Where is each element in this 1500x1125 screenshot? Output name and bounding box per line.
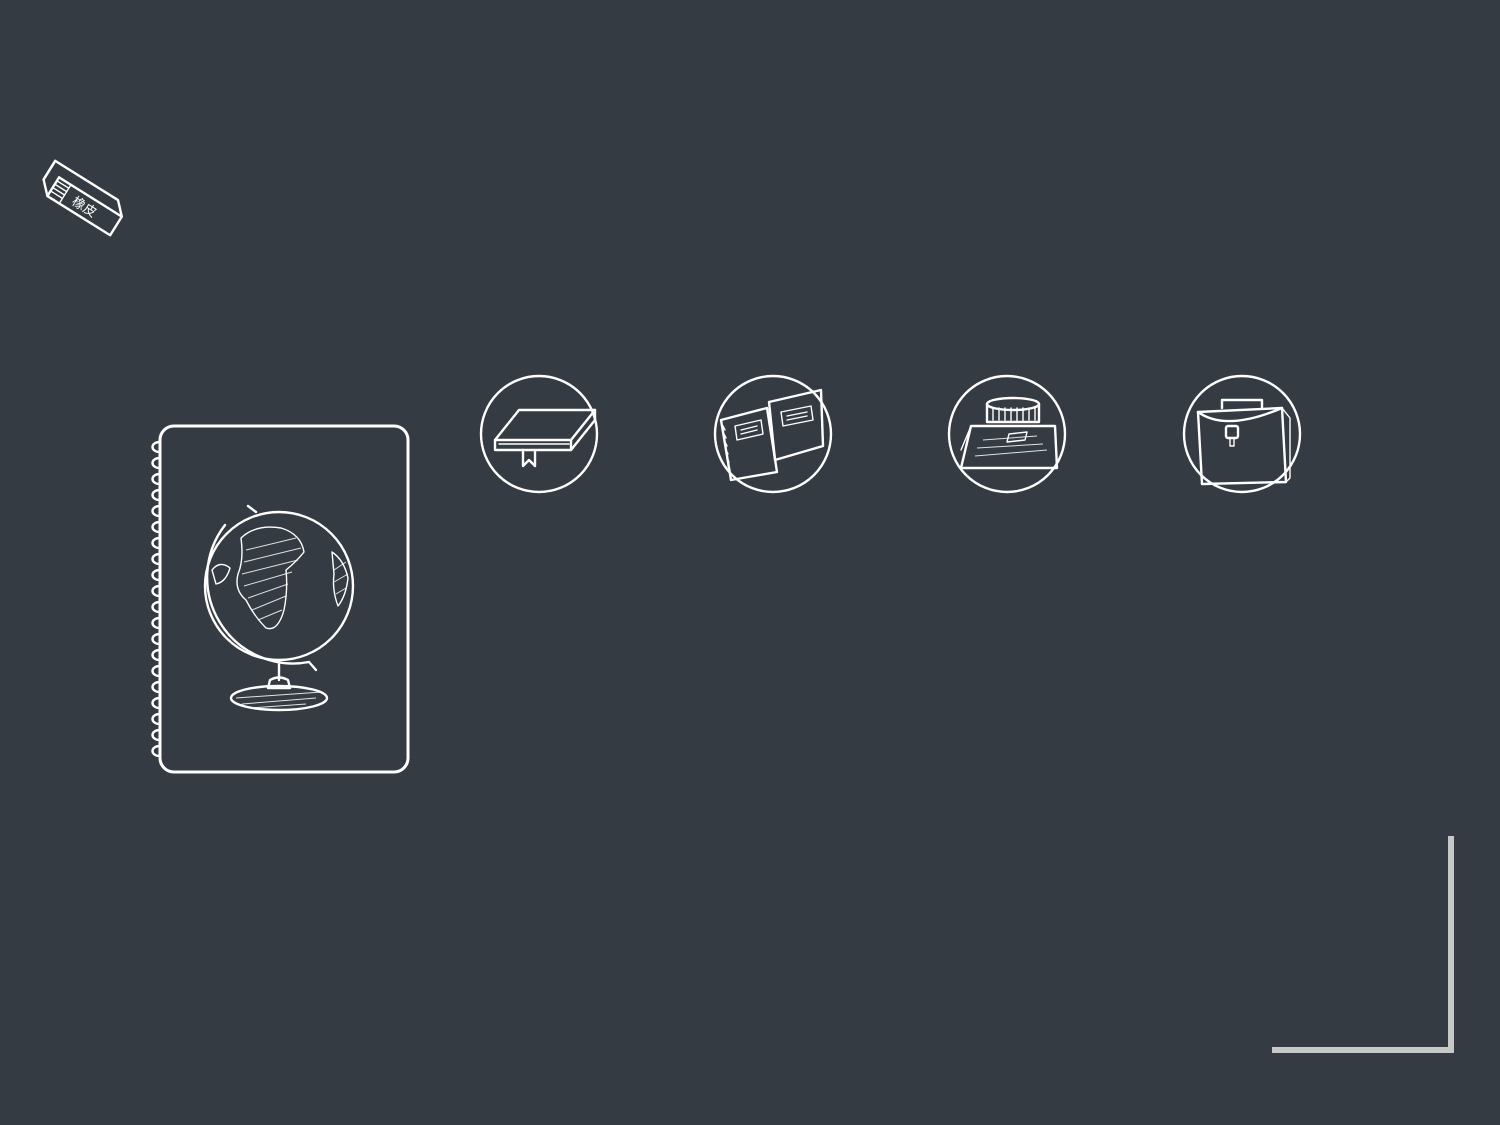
briefcase-icon (1196, 398, 1291, 486)
spiral-notebook-icon (146, 420, 416, 780)
notebooks-icon (719, 388, 825, 482)
ink-bottle-icon (959, 396, 1059, 470)
book-circle-button (479, 374, 599, 494)
eraser-icon: 橡皮 (28, 152, 138, 247)
notebooks-circle-button (713, 374, 833, 494)
book-icon (493, 408, 597, 468)
ink-bottle-circle-button (947, 374, 1067, 494)
globe-icon (203, 504, 355, 712)
corner-bracket (1270, 834, 1458, 1058)
briefcase-circle-button (1182, 374, 1302, 494)
slide-canvas: 橡皮 (0, 0, 1500, 1125)
